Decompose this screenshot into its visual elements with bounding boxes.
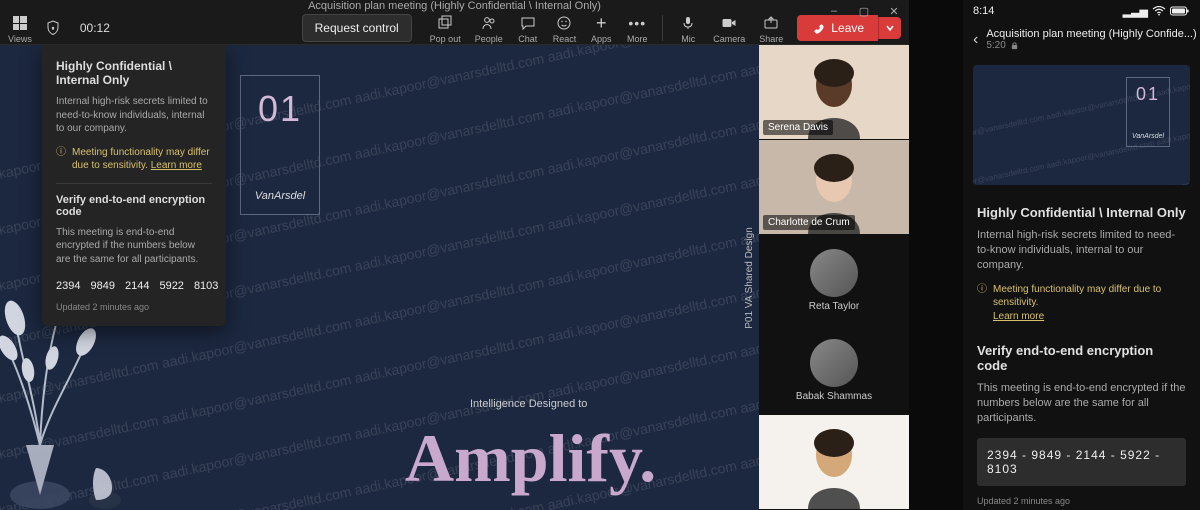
mobile-duration: 5:20	[986, 40, 1005, 51]
participant-name: Charlotte de Crum	[763, 215, 855, 230]
signal-icon: ▂▃▅	[1123, 5, 1148, 18]
people-icon	[481, 15, 497, 31]
share-icon	[763, 15, 779, 31]
participants-panel: Serena Davis Charlotte de Crum Reta Taylo…	[759, 45, 909, 510]
chat-button[interactable]: Chat	[517, 12, 539, 44]
updated-timestamp: Updated 2 minutes ago	[56, 302, 212, 312]
popout-button[interactable]: Pop out	[430, 12, 461, 44]
plus-icon: +	[590, 12, 612, 34]
shared-presentation[interactable]: aadi.kapoor@vanarsdelltd.com aadi.kapoor…	[0, 45, 759, 510]
react-icon	[556, 15, 572, 31]
participant-avatar-tile[interactable]: Babak Shammas	[759, 325, 909, 415]
phone-icon	[811, 21, 825, 35]
warning-icon: ⓘ	[977, 283, 987, 324]
share-button[interactable]: Share	[759, 12, 783, 44]
chat-icon	[520, 15, 536, 31]
participant-name: Babak Shammas	[796, 391, 872, 402]
slide-number-box: 01 VanArsdel	[240, 75, 320, 215]
verify-title: Verify end-to-end encryption code	[56, 194, 212, 218]
avatar	[810, 339, 858, 387]
warning-icon: ⓘ	[56, 146, 66, 173]
request-control-button[interactable]: Request control	[302, 14, 412, 42]
shield-icon	[42, 17, 64, 39]
ellipsis-icon: •••	[626, 12, 648, 34]
mic-icon	[680, 15, 696, 31]
participant-avatar-tile[interactable]: Reta Taylor	[759, 235, 909, 325]
back-button[interactable]: ‹	[973, 31, 978, 49]
tagline-main: Amplify.	[405, 419, 656, 498]
encryption-codes: 2394 9849 2144 5922 8103	[56, 280, 212, 292]
mobile-sensitivity-title: Highly Confidential \ Internal Only	[977, 205, 1186, 220]
close-button[interactable]: ✕	[879, 0, 909, 22]
mobile-verify-title: Verify end-to-end encryption code	[977, 343, 1186, 373]
participant-name: Reta Taylor	[809, 301, 859, 312]
sensitivity-panel: Highly Confidential \ Internal Only Inte…	[42, 45, 226, 326]
camera-button[interactable]: Camera	[713, 12, 745, 44]
brand-label: VanArsdel	[255, 190, 305, 202]
slide-number: 01	[258, 88, 302, 130]
lock-icon	[1010, 41, 1019, 50]
toolbar: Views 00:12 Request control Pop out Peop…	[0, 12, 909, 45]
meeting-timer: 00:12	[80, 21, 110, 35]
mobile-clock: 8:14	[973, 5, 994, 17]
sensitivity-body: Internal high-risk secrets limited to ne…	[56, 95, 212, 136]
participant-name: Serena Davis	[763, 120, 833, 135]
apps-button[interactable]: + Apps	[590, 12, 612, 44]
views-button[interactable]: Views	[8, 12, 32, 44]
popout-icon	[437, 15, 453, 31]
more-button[interactable]: ••• More	[626, 12, 648, 44]
titlebar: Acquisition plan meeting (Highly Confide…	[0, 0, 909, 12]
grid-icon	[13, 16, 27, 30]
maximize-button[interactable]: ▢	[849, 0, 879, 22]
learn-more-link[interactable]: Learn more	[151, 160, 202, 171]
slide-side-label: P01 VA Shared Design	[744, 227, 755, 329]
react-button[interactable]: React	[553, 12, 577, 44]
mobile-learn-more-link[interactable]: Learn more	[993, 311, 1044, 322]
mobile-status-bar: 8:14 ▂▃▅	[963, 0, 1200, 22]
wifi-icon	[1152, 6, 1166, 16]
sensitivity-title: Highly Confidential \ Internal Only	[56, 59, 212, 87]
mobile-presentation[interactable]: aadi.kapoor@vanarsdelltd.com aadi.kapoor…	[973, 65, 1190, 185]
participant-video-tile[interactable]: Charlotte de Crum	[759, 140, 909, 234]
verify-body: This meeting is end-to-end encrypted if …	[56, 226, 212, 267]
tagline-lead: Intelligence Designed to	[470, 398, 587, 410]
mobile-verify-body: This meeting is end-to-end encrypted if …	[977, 381, 1186, 426]
mobile-meeting-title: Acquisition plan meeting (Highly Confide…	[986, 28, 1196, 40]
window-title: Acquisition plan meeting (Highly Confide…	[308, 0, 601, 12]
chevron-down-icon	[885, 23, 895, 33]
mobile-sensitivity-body: Internal high-risk secrets limited to ne…	[977, 228, 1186, 273]
mobile-codes: 2394 - 9849 - 2144 - 5922 - 8103	[977, 438, 1186, 486]
mobile-updated: Updated 2 minutes ago	[977, 496, 1186, 506]
mobile-view: 8:14 ▂▃▅ ‹ Acquisition plan meeting (Hig…	[963, 0, 1200, 510]
camera-icon	[721, 15, 737, 31]
avatar	[810, 249, 858, 297]
participant-video-tile[interactable]	[759, 415, 909, 509]
people-button[interactable]: People	[475, 12, 503, 44]
minimize-button[interactable]: –	[819, 0, 849, 22]
mic-button[interactable]: Mic	[677, 12, 699, 44]
participant-video-tile[interactable]: Serena Davis	[759, 45, 909, 139]
battery-icon	[1170, 6, 1190, 16]
